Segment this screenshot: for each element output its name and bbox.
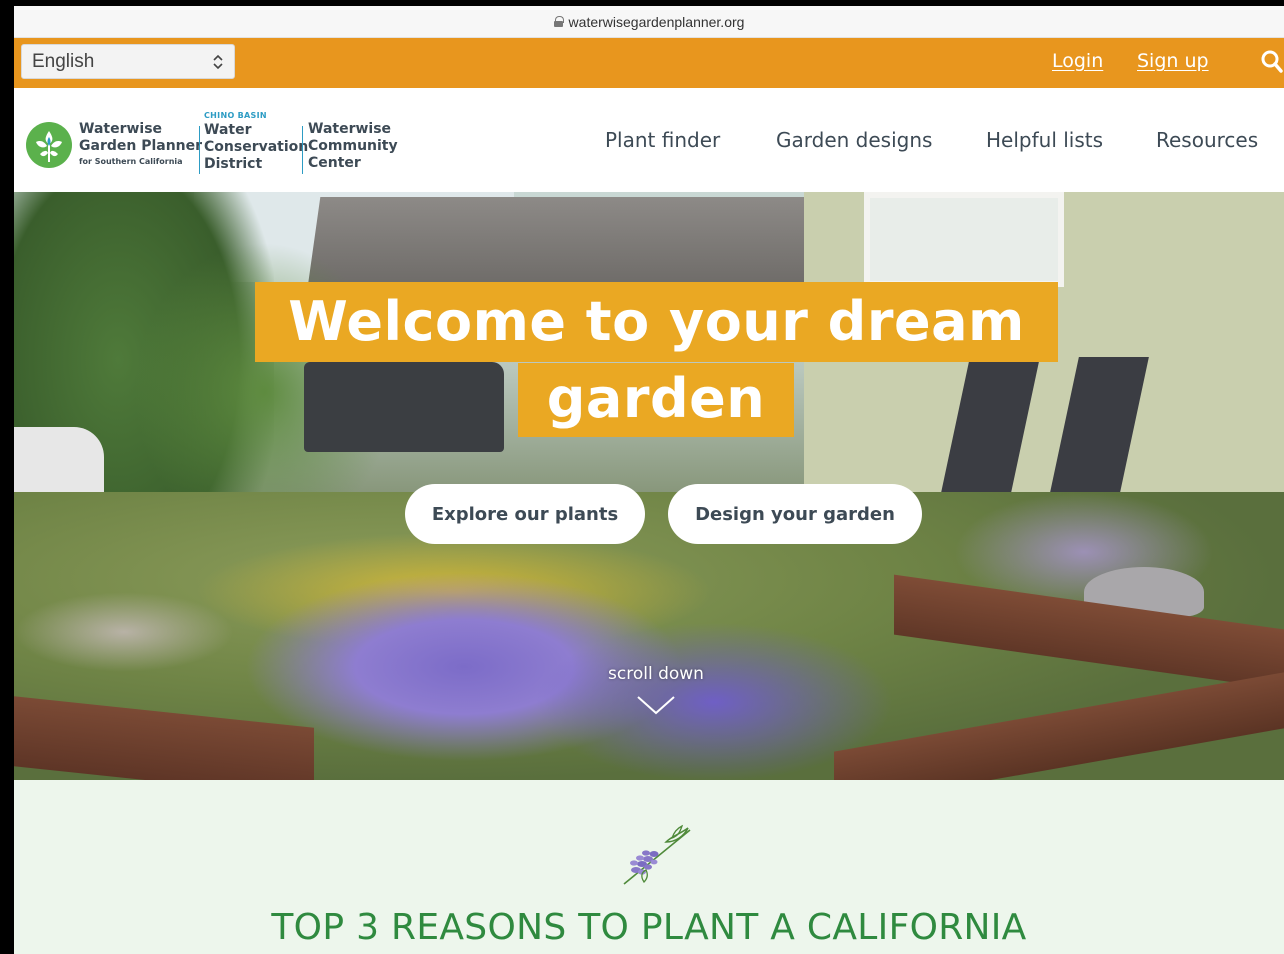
logo-divider xyxy=(199,126,200,174)
waterwise-logo-icon[interactable] xyxy=(26,122,72,168)
explore-plants-button[interactable]: Explore our plants xyxy=(405,484,645,544)
logo-divider xyxy=(302,126,303,174)
nav-resources[interactable]: Resources xyxy=(1156,128,1258,152)
signup-link[interactable]: Sign up xyxy=(1137,50,1209,72)
hero-banner: Welcome to your dream garden Explore our… xyxy=(14,192,1284,780)
brand3-line1: Waterwise xyxy=(308,121,392,137)
hero-title-line1: Welcome to your dream xyxy=(288,290,1025,353)
nav-helpful-lists[interactable]: Helpful lists xyxy=(986,128,1103,152)
brand2-line2: Conservation xyxy=(204,139,309,155)
hero-title-line2: garden xyxy=(546,367,766,430)
lock-icon xyxy=(553,16,564,27)
brand1-line3: for Southern California xyxy=(79,157,183,166)
browser-window: waterwisegardenplanner.org English Login… xyxy=(14,6,1284,954)
community-center-brand-text[interactable]: Waterwise Community Center xyxy=(308,121,398,172)
address-bar[interactable]: waterwisegardenplanner.org xyxy=(14,6,1284,38)
brand2-line1: Water xyxy=(204,122,252,138)
design-garden-button[interactable]: Design your garden xyxy=(668,484,922,544)
hero-photo-car xyxy=(14,427,104,502)
scroll-down-label[interactable]: scroll down xyxy=(590,664,722,684)
brand2-line3: District xyxy=(204,156,263,172)
chevron-updown-icon xyxy=(213,54,223,70)
reasons-title: TOP 3 REASONS TO PLANT A CALIFORNIA xyxy=(271,907,1027,948)
brand3-line3: Center xyxy=(308,155,361,171)
brand1-line1: Waterwise xyxy=(79,121,163,137)
chino-basin-brand-text[interactable]: CHINO BASIN Water Conservation District xyxy=(204,110,308,173)
top-utility-bar: English Login Sign up xyxy=(14,38,1284,88)
waterwise-brand-text[interactable]: Waterwise Garden Planner for Southern Ca… xyxy=(79,121,202,169)
site-header: Waterwise Garden Planner for Southern Ca… xyxy=(14,88,1284,192)
reasons-section: TOP 3 REASONS TO PLANT A CALIFORNIA xyxy=(14,780,1284,954)
search-icon[interactable] xyxy=(1261,50,1283,74)
brand1-line2: Garden Planner xyxy=(79,138,203,154)
nav-plant-finder[interactable]: Plant finder xyxy=(605,128,720,152)
nav-garden-designs[interactable]: Garden designs xyxy=(776,128,932,152)
url-text[interactable]: waterwisegardenplanner.org xyxy=(569,14,745,30)
brand3-line2: Community xyxy=(308,138,398,154)
chevron-down-icon[interactable] xyxy=(636,694,676,716)
language-select-value: English xyxy=(32,50,95,72)
hero-photo-truck xyxy=(304,362,504,452)
hero-photo-window xyxy=(864,192,1064,287)
brand2-small: CHINO BASIN xyxy=(204,111,267,120)
language-select[interactable]: English xyxy=(21,44,235,79)
lavender-sprig-icon xyxy=(623,824,691,885)
login-link[interactable]: Login xyxy=(1052,50,1103,72)
